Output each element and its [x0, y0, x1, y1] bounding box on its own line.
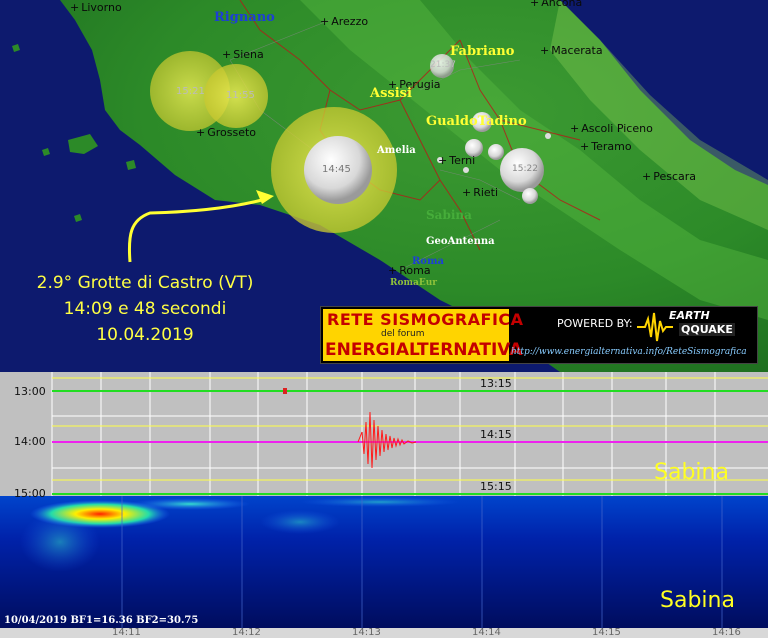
spectrogram-band: [20, 512, 100, 572]
trace-end-15: 15:15: [480, 480, 512, 493]
city-label: + Teramo: [580, 140, 632, 153]
city-label: + Siena: [222, 48, 264, 61]
spectrogram-band: [130, 498, 250, 510]
logo-brand-earth: EARTH: [669, 309, 710, 322]
logo-powered-by: POWERED BY:: [557, 317, 633, 330]
station-label-rignano: Rignano: [214, 10, 275, 25]
city-label: + Pescara: [642, 170, 697, 183]
event-time: 14:09 e 48 secondi: [63, 299, 227, 319]
spectrogram-band: [260, 510, 340, 534]
logo-subtitle: del forum: [381, 329, 425, 339]
bubble-white-small: [522, 188, 538, 204]
time-tick: 14:14: [472, 627, 501, 638]
logo-title: RETE SISMOGRAFICA: [327, 310, 524, 329]
bubble-time-5: 15:22: [512, 164, 538, 174]
station-label-geoantenna: GeoAntenna: [426, 236, 495, 247]
event-location: 2.9° Grotte di Castro (VT): [36, 273, 254, 293]
bubble-time-1: 15:21: [176, 86, 205, 97]
bubble-time-4: 21:37: [430, 60, 456, 70]
time-tick: 14:12: [232, 627, 261, 638]
spectrogram-station-label: Sabina: [660, 588, 735, 613]
city-label: + Macerata: [540, 44, 603, 57]
event-date: 10.04.2019: [96, 325, 194, 345]
bubble-white-tiny: [463, 167, 469, 173]
logo-brand-quake: QQUAKE: [679, 323, 735, 336]
network-logo-banner: RETE SISMOGRAFICA del forum ENERGIALTERN…: [320, 306, 758, 364]
station-label-romaeur: RomaEur: [390, 278, 437, 288]
event-annotation: 2.9° Grotte di Castro (VT) 14:09 e 48 se…: [20, 270, 270, 348]
seismogram-station-label: Sabina: [654, 460, 729, 485]
trace-label-13: 13:00: [14, 385, 46, 398]
time-tick: 14:11: [112, 627, 141, 638]
city-label: + Livorno: [70, 1, 122, 14]
spectrogram-band: [300, 497, 460, 507]
station-label-assisi: Assisi: [370, 86, 412, 101]
logo-forum-name: ENERGIALTERNATIVA: [325, 340, 523, 360]
bubble-white-small: [488, 144, 504, 160]
seismograph-wave-icon: [637, 312, 673, 342]
station-label-sabina: Sabina: [426, 208, 472, 222]
time-tick: 14:13: [352, 627, 381, 638]
city-label: + Rieti: [462, 186, 499, 199]
station-label-gualdo: GualdoTadino: [426, 114, 527, 129]
station-label-roma: Roma: [412, 256, 445, 267]
city-label: + Arezzo: [320, 15, 369, 28]
bubble-white-tiny: [545, 133, 551, 139]
trace-13-00-spike: [283, 388, 287, 394]
bubble-time-2: 11:55: [226, 90, 255, 101]
time-tick: 14:16: [712, 627, 741, 638]
trace-end-14: 14:15: [480, 428, 512, 441]
station-label-amelia: Amelia: [377, 145, 416, 156]
city-label: + Grosseto: [196, 126, 257, 139]
seismogram-panel: [0, 372, 768, 638]
station-label-fabriano: Fabriano: [450, 44, 515, 59]
trace-label-15: 15:00: [14, 487, 46, 500]
trace-label-14: 14:00: [14, 435, 46, 448]
logo-url[interactable]: http://www.energialternativa.info/ReteSi…: [511, 347, 747, 357]
city-label: + Ancona: [530, 0, 583, 9]
bubble-time-main: 14:45: [322, 164, 351, 175]
time-tick: 14:15: [592, 627, 621, 638]
trace-end-13: 13:15: [480, 377, 512, 390]
city-label: + Ascoli Piceno: [570, 122, 653, 135]
spectrogram-footer: 10/04/2019 BF1=16.36 BF2=30.75: [4, 615, 199, 626]
city-label: + Terni: [438, 154, 476, 167]
